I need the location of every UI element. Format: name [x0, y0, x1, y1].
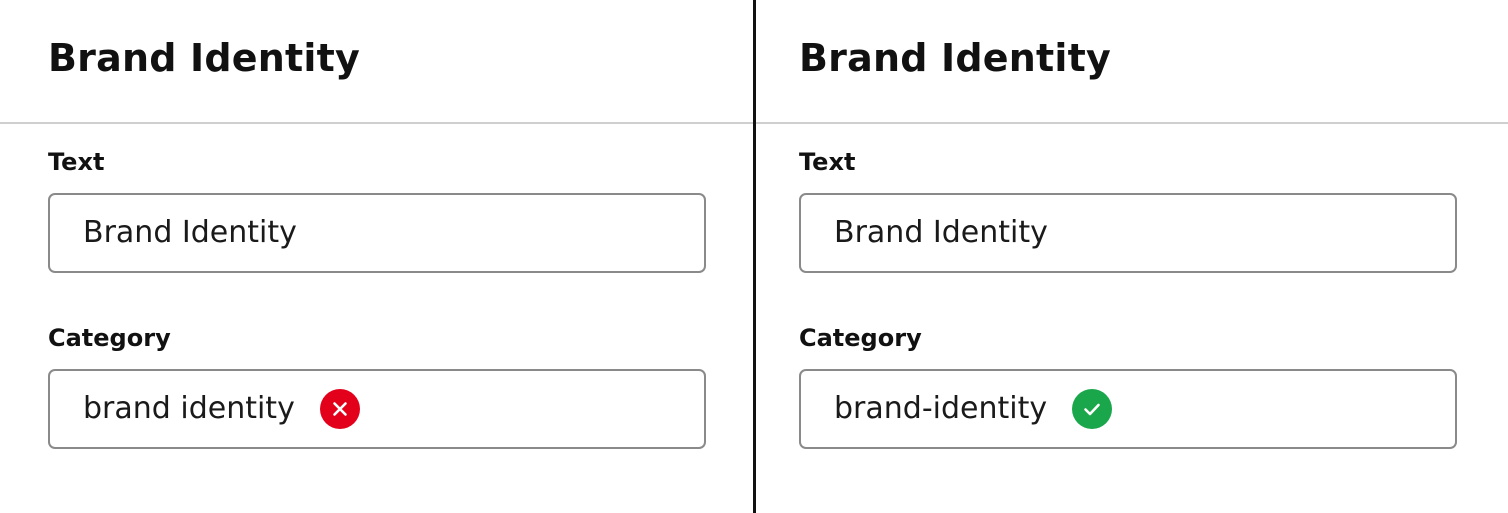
text-field-label: Text — [799, 148, 856, 176]
right-panel: Brand Identity Text Brand Identity Categ… — [755, 0, 1508, 513]
category-field-value: brand identity — [83, 391, 295, 426]
panel-title: Brand Identity — [48, 36, 360, 80]
category-field-value: brand-identity — [834, 391, 1048, 426]
text-field-label: Text — [48, 148, 105, 176]
category-field[interactable]: brand identity — [48, 369, 706, 449]
error-x-icon — [319, 389, 360, 429]
text-field[interactable]: Brand Identity — [48, 193, 706, 273]
category-field-label: Category — [799, 324, 922, 352]
text-field-value: Brand Identity — [83, 215, 297, 250]
comparison-view: Brand Identity Text Brand Identity Categ… — [0, 0, 1508, 513]
success-check-icon — [1072, 389, 1113, 429]
panel-title: Brand Identity — [799, 36, 1111, 80]
text-field[interactable]: Brand Identity — [799, 193, 1457, 273]
category-field-label: Category — [48, 324, 171, 352]
category-field[interactable]: brand-identity — [799, 369, 1457, 449]
left-panel: Brand Identity Text Brand Identity Categ… — [0, 0, 753, 513]
text-field-value: Brand Identity — [834, 215, 1048, 250]
